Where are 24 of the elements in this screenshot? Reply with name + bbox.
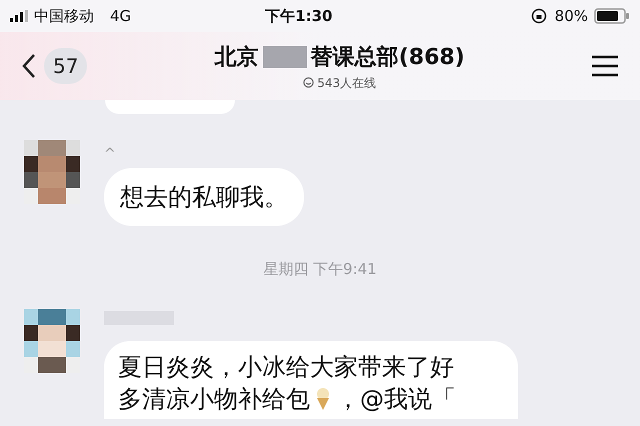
ice-cream-icon — [314, 386, 332, 410]
carrier-name: 中国移动 — [34, 6, 94, 27]
sender-name: ^ — [104, 145, 117, 164]
message-bubble: 想去的私聊我。 — [104, 168, 304, 226]
unread-count: 57 — [44, 48, 88, 84]
clock: 下午1:30 — [265, 6, 332, 27]
message-line: 夏日炎炎，小冰给大家带来了好 — [118, 352, 455, 382]
back-icon — [22, 53, 36, 79]
battery-percent: 80% — [554, 6, 588, 27]
message-line: ，@我说「 — [336, 384, 456, 414]
online-count: 543人在线 — [317, 74, 376, 92]
blurred-title-part — [262, 46, 307, 68]
chat-title: 替课总部(868) — [310, 44, 465, 72]
battery-icon — [594, 8, 630, 24]
network-type: 4G — [110, 6, 132, 27]
chat-title: 北京 — [214, 44, 259, 72]
menu-icon[interactable] — [592, 55, 618, 77]
smile-icon — [303, 77, 314, 88]
blurred-avatar — [24, 308, 80, 372]
message-line: 多清凉小物补给包 — [118, 384, 310, 414]
blurred-avatar — [24, 140, 80, 204]
signal-icon — [10, 10, 28, 22]
back-button[interactable]: 57 — [22, 48, 88, 84]
timestamp: 星期四 下午9:41 — [263, 259, 377, 280]
